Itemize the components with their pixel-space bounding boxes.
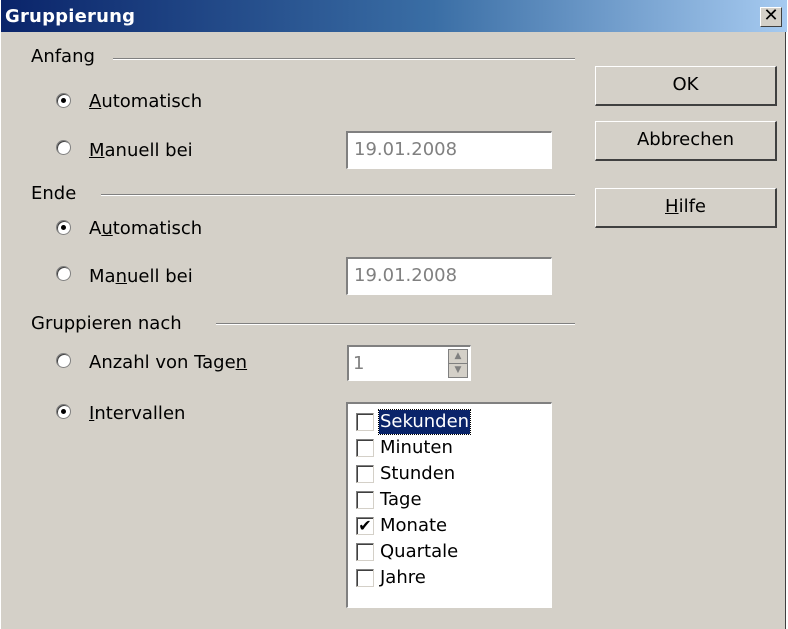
end-manual-label[interactable]: Manuell bei <box>89 266 193 287</box>
end-separator <box>101 194 575 196</box>
days-label[interactable]: Anzahl von Tagen <box>89 352 247 373</box>
start-auto-label[interactable]: Automatisch <box>89 91 202 112</box>
start-manual-label[interactable]: Manuell bei <box>89 140 193 161</box>
quarters-label[interactable]: Quartale <box>380 540 458 564</box>
checkmark-icon: ✔ <box>358 516 372 535</box>
dialog-title: Gruppierung <box>5 6 136 27</box>
title-bar[interactable]: Gruppierung ✕ <box>1 0 787 32</box>
days-checkbox[interactable] <box>356 491 374 509</box>
days-interval-label[interactable]: Tage <box>380 488 422 512</box>
days-spinner[interactable]: 1 ▲ ▼ <box>347 345 471 381</box>
end-auto-radio[interactable] <box>56 220 71 235</box>
minutes-checkbox[interactable] <box>356 439 374 457</box>
cancel-button[interactable]: Abbrechen <box>595 121 777 161</box>
start-auto-radio[interactable] <box>56 93 71 108</box>
days-spin-buttons: ▲ ▼ <box>448 349 468 378</box>
end-section-heading: Ende <box>31 183 77 204</box>
help-button[interactable]: Hilfe <box>595 188 777 228</box>
start-manual-radio[interactable] <box>56 140 71 155</box>
months-checkbox[interactable]: ✔ <box>356 517 374 535</box>
days-radio[interactable] <box>56 353 71 368</box>
grouping-dialog: Gruppierung ✕ Anfang Automatisch Manuell… <box>0 0 787 629</box>
end-manual-radio[interactable] <box>56 266 71 281</box>
intervals-listbox[interactable]: Sekunden Minuten Stunden Tage ✔ Monate Q… <box>346 402 552 608</box>
close-button[interactable]: ✕ <box>760 7 782 27</box>
start-separator <box>113 58 575 60</box>
start-date-field[interactable]: 19.01.2008 <box>346 131 552 169</box>
seconds-label[interactable]: Sekunden <box>377 409 472 435</box>
start-section-heading: Anfang <box>31 46 95 67</box>
spin-up-icon[interactable]: ▲ <box>449 350 467 364</box>
years-checkbox[interactable] <box>356 569 374 587</box>
spin-down-icon[interactable]: ▼ <box>449 364 467 377</box>
hours-checkbox[interactable] <box>356 465 374 483</box>
months-label[interactable]: Monate <box>380 514 447 538</box>
minutes-label[interactable]: Minuten <box>380 436 453 460</box>
group-by-separator <box>216 323 575 325</box>
ok-button[interactable]: OK <box>595 66 777 106</box>
intervals-radio[interactable] <box>56 404 71 419</box>
end-date-field[interactable]: 19.01.2008 <box>346 257 552 295</box>
group-by-section-heading: Gruppieren nach <box>31 313 182 334</box>
quarters-checkbox[interactable] <box>356 543 374 561</box>
end-auto-label[interactable]: Automatisch <box>89 218 202 239</box>
years-label[interactable]: Jahre <box>380 566 426 590</box>
hours-label[interactable]: Stunden <box>380 462 455 486</box>
intervals-label[interactable]: Intervallen <box>89 403 185 424</box>
seconds-checkbox[interactable] <box>356 413 374 431</box>
days-value[interactable]: 1 <box>353 349 364 379</box>
close-icon: ✕ <box>763 5 779 26</box>
